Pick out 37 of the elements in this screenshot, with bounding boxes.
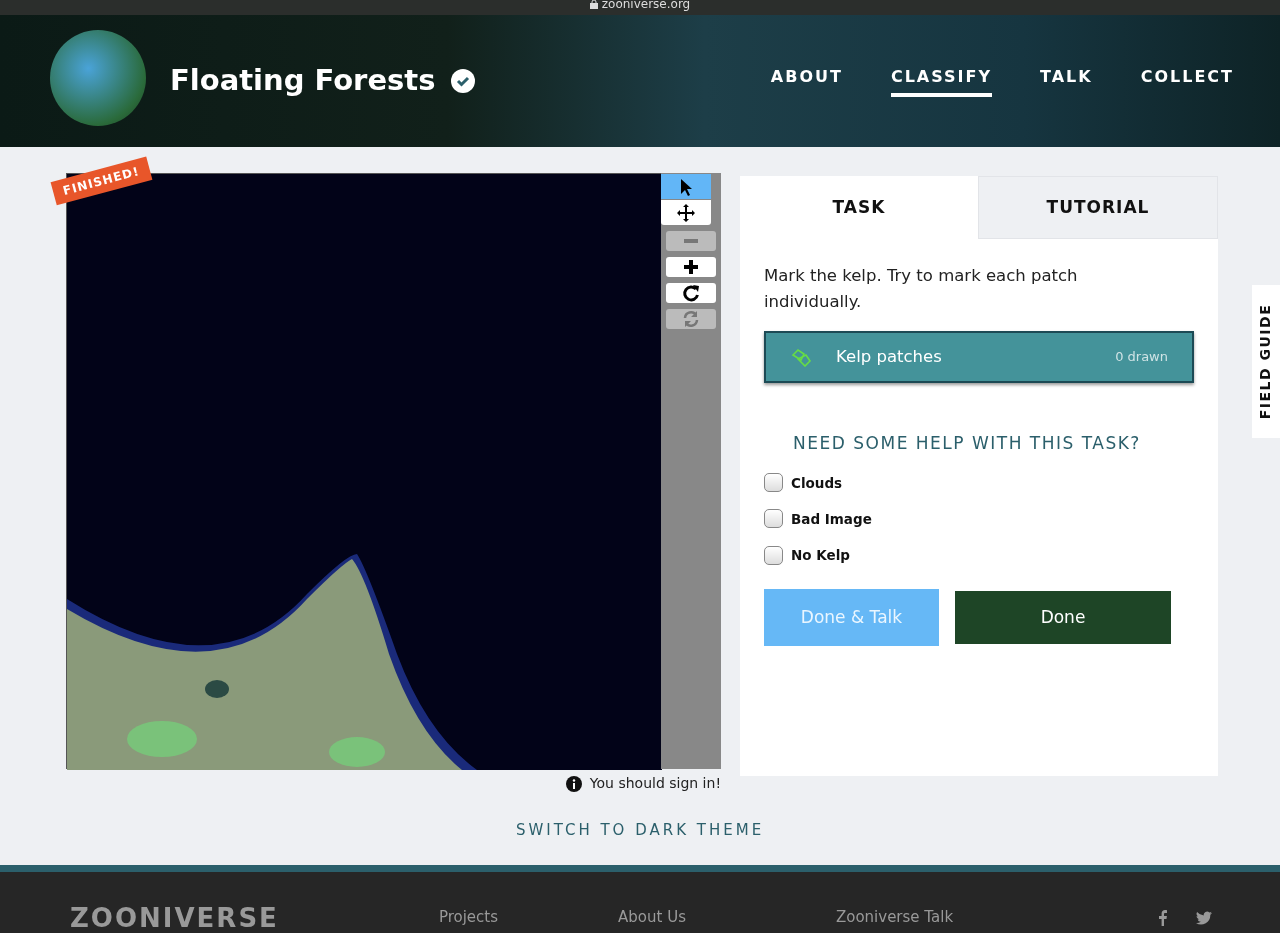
option-label: No Kelp	[791, 546, 850, 565]
nav-link[interactable]: CLASSIFY	[890, 65, 992, 97]
move-tool-button[interactable]	[661, 200, 711, 225]
info-icon	[565, 775, 582, 792]
dark-theme-link[interactable]: SWITCH TO DARK THEME	[509, 818, 771, 843]
field-guide-tab[interactable]: FIELD GUIDE	[1252, 285, 1280, 438]
rotate-icon	[681, 283, 701, 303]
drawn-count: 0 drawn	[1115, 348, 1168, 367]
checkbox[interactable]	[764, 509, 783, 529]
panel-tab[interactable]: TUTORIAL	[978, 176, 1218, 239]
done-button[interactable]: Done	[955, 591, 1171, 645]
footer-link[interactable]: About Us	[618, 906, 686, 929]
move-icon	[676, 202, 696, 223]
option-label: Clouds	[791, 473, 843, 493]
zoom-out-icon	[684, 239, 698, 243]
task-instruction: Mark the kelp. Try to mark each patch individually.	[764, 265, 1079, 313]
twitter-icon	[1196, 910, 1213, 925]
sign-in-notice: You should sign in!	[589, 774, 721, 793]
kelp-tool-button[interactable]: Kelp patches 0 drawn	[764, 331, 1194, 383]
rotate-tool-button[interactable]	[666, 283, 716, 303]
facebook-icon	[1158, 909, 1169, 926]
pointer-tool-button[interactable]	[661, 174, 711, 199]
reset-icon	[681, 309, 701, 329]
footer-logo: ZOONIVERSE	[70, 904, 279, 931]
checkbox[interactable]	[764, 473, 783, 493]
nav-link[interactable]: COLLECT	[1140, 65, 1234, 97]
option-label: Bad Image	[791, 509, 872, 529]
checkbox[interactable]	[764, 545, 783, 565]
footer-link[interactable]: Projects	[438, 906, 499, 929]
project-title: Floating Forests	[170, 62, 436, 100]
help-heading: NEED SOME HELP WITH THIS TASK?	[792, 432, 1142, 455]
nav-link[interactable]: ABOUT	[770, 65, 843, 97]
footer-link[interactable]: Zooniverse Talk	[835, 906, 954, 929]
nav-link[interactable]: TALK	[1040, 65, 1093, 97]
lock-icon	[589, 0, 598, 9]
zoom-in-tool-button[interactable]	[666, 257, 716, 277]
zoom-in-icon	[681, 257, 701, 277]
